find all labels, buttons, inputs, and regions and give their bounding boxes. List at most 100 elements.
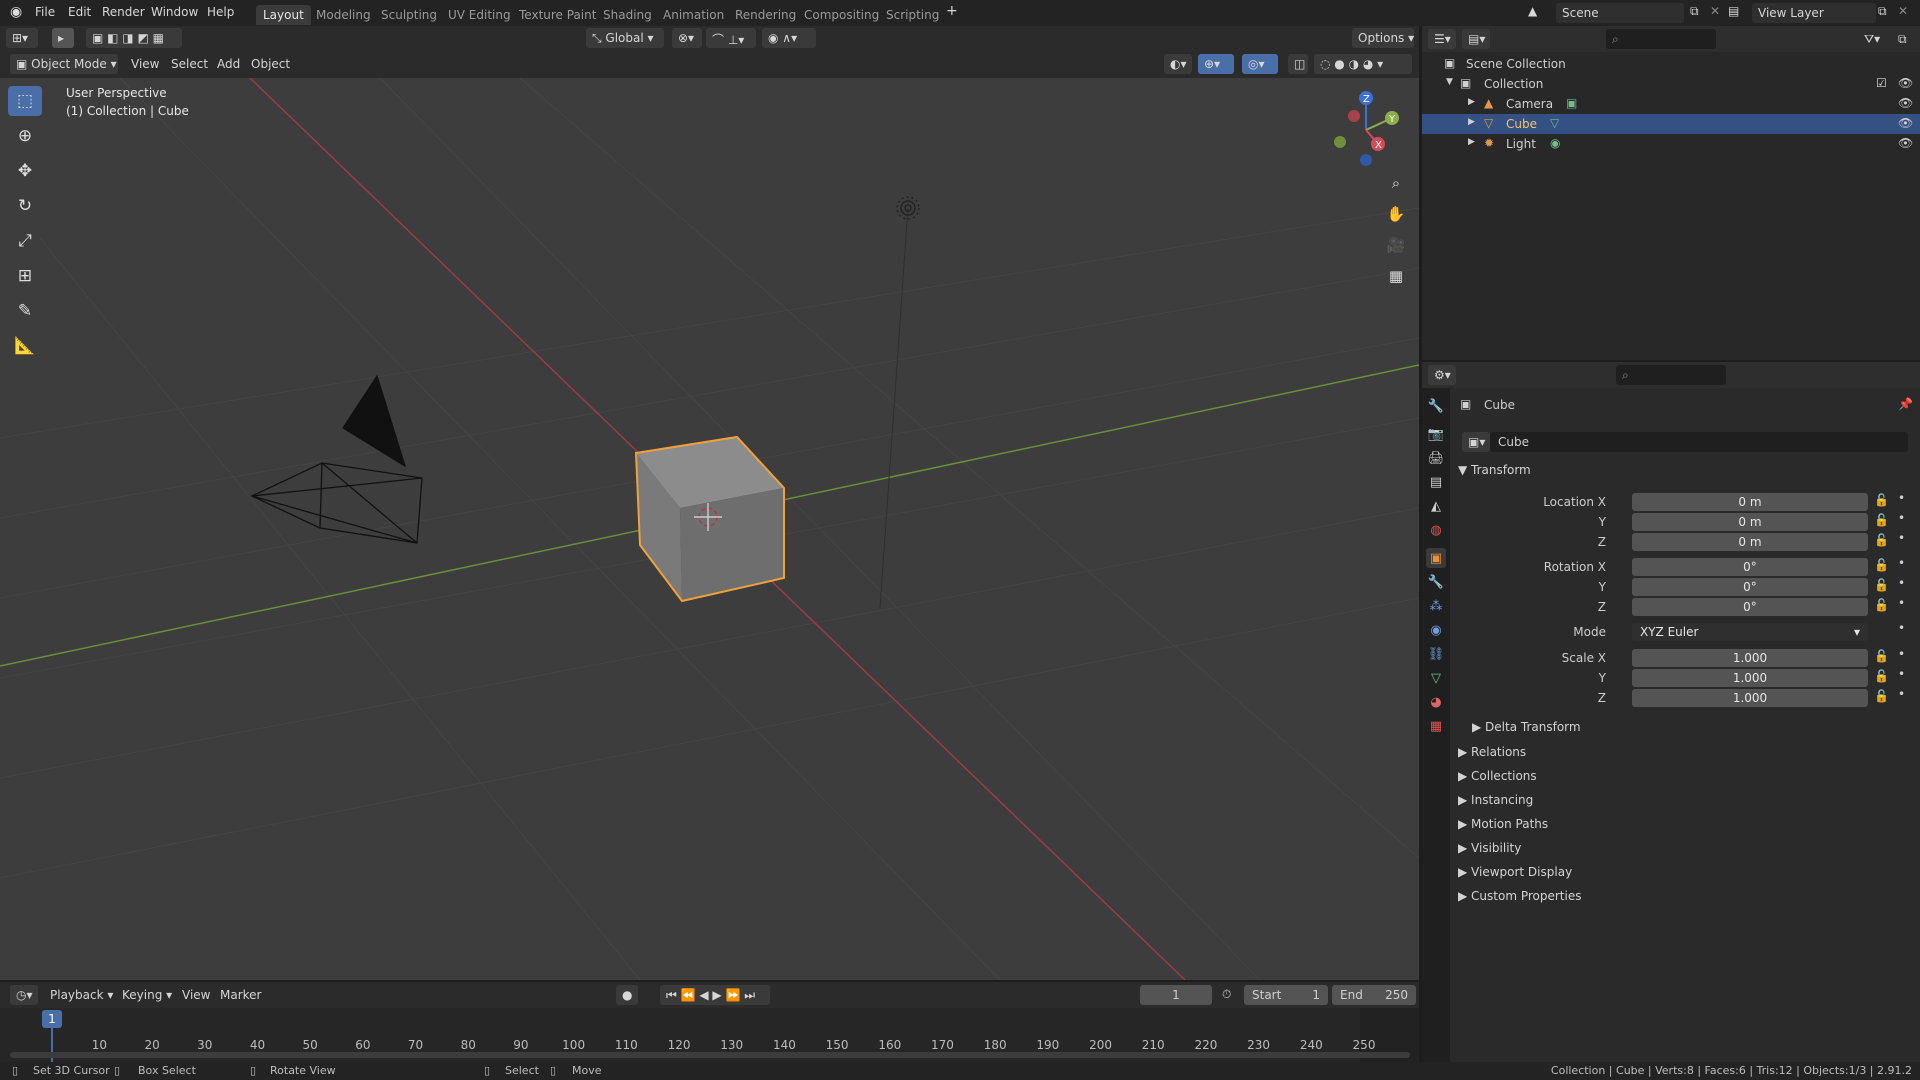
transform-panel-header[interactable]: ▼ Transform [1458, 463, 1531, 477]
playback-menu[interactable]: Playback ▾ [44, 985, 114, 1005]
timeline-scrollbar[interactable] [10, 1052, 1410, 1058]
pivot-point-icon[interactable]: ⊗▾ [672, 28, 702, 48]
view-layer-field[interactable]: View Layer [1752, 3, 1876, 23]
transform-orientation-dropdown[interactable]: ⤡ Global ▾ [586, 28, 664, 48]
eye-icon[interactable]: 👁 [1898, 116, 1913, 130]
blender-logo-icon[interactable]: ◉ [10, 4, 22, 20]
record-icon[interactable]: ● [616, 985, 638, 1005]
visibility-icon[interactable]: ◐▾ [1164, 54, 1192, 74]
instancing-panel-header[interactable]: ▶ Instancing [1458, 793, 1533, 807]
lock-icon[interactable]: 🔓 [1874, 598, 1889, 612]
rotation-z-field[interactable]: 0° [1632, 598, 1868, 616]
expand-arrow-icon[interactable]: ▼ [1446, 77, 1453, 87]
motion-paths-panel-header[interactable]: ▶ Motion Paths [1458, 817, 1548, 831]
collections-panel-header[interactable]: ▶ Collections [1458, 769, 1537, 783]
outliner-new-collection-icon[interactable]: ⧉ [1892, 29, 1914, 49]
tab-rendering[interactable]: Rendering [728, 5, 803, 25]
menu-edit[interactable]: Edit [68, 5, 91, 19]
render-tab-icon[interactable]: 📷 [1426, 424, 1446, 444]
lock-icon[interactable]: 🔓 [1874, 533, 1889, 547]
tab-sculpting[interactable]: Sculpting [374, 5, 444, 25]
3d-viewport[interactable]: User Perspective (1) Collection | Cube ⬚… [0, 78, 1419, 980]
viewport-menu-select[interactable]: Select [171, 57, 208, 71]
lock-icon[interactable]: 🔓 [1874, 578, 1889, 592]
overlays-toggle-icon[interactable]: ◎▾ [1242, 54, 1278, 74]
scale-y-field[interactable]: 1.000 [1632, 669, 1868, 687]
keying-menu[interactable]: Keying ▾ [116, 985, 174, 1005]
viewport-menu-view[interactable]: View [131, 57, 159, 71]
keyframe-dot-icon[interactable]: • [1898, 596, 1905, 610]
editor-type-icon[interactable]: ⊞▾ [6, 28, 38, 48]
xray-toggle-icon[interactable]: ◫ [1288, 54, 1308, 74]
eye-icon[interactable]: 👁 [1898, 136, 1913, 150]
navigation-gizmo[interactable]: Z Y X [1326, 90, 1406, 170]
output-tab-icon[interactable]: 🖨 [1426, 448, 1446, 468]
menu-render[interactable]: Render [102, 5, 145, 19]
proportional-editing-icon[interactable]: ◉ ∧▾ [762, 28, 816, 48]
tab-animation[interactable]: Animation [656, 5, 731, 25]
custom-properties-panel-header[interactable]: ▶ Custom Properties [1458, 889, 1581, 903]
tab-uv-editing[interactable]: UV Editing [441, 5, 518, 25]
tab-compositing[interactable]: Compositing [797, 5, 886, 25]
outliner-filter-icon[interactable]: ⛛▾ [1858, 29, 1886, 49]
viewport-menu-object[interactable]: Object [251, 57, 290, 71]
transform-tool-icon[interactable]: ⊞ [8, 261, 42, 291]
location-y-field[interactable]: 0 m [1632, 513, 1868, 531]
mesh-data-tab-icon[interactable]: ▽ [1426, 668, 1446, 688]
select-tool-icon[interactable]: ▸ [52, 28, 74, 48]
expand-arrow-icon[interactable]: ▶ [1468, 97, 1475, 107]
scale-x-field[interactable]: 1.000 [1632, 649, 1868, 667]
object-datablock-icon[interactable]: ▣▾ [1462, 432, 1490, 452]
keyframe-dot-icon[interactable]: • [1898, 556, 1905, 570]
pan-hand-icon[interactable]: ✋ [1383, 201, 1409, 227]
menu-help[interactable]: Help [207, 5, 234, 19]
delta-transform-subpanel[interactable]: ▶ Delta Transform [1472, 720, 1581, 734]
keyframe-dot-icon[interactable]: • [1898, 667, 1905, 681]
playback-controls[interactable]: ⏮ ⏪ ◀ ▶ ⏩ ⏭ [660, 985, 770, 1005]
outliner-editor-icon[interactable]: ☰▾ [1428, 29, 1456, 49]
start-frame-field[interactable]: Start 1 [1244, 985, 1328, 1005]
rotate-tool-icon[interactable]: ↻ [8, 191, 42, 221]
location-z-field[interactable]: 0 m [1632, 533, 1868, 551]
pin-icon[interactable]: 📌 [1898, 397, 1913, 411]
object-tab-icon[interactable]: ▣ [1426, 548, 1446, 568]
gizmo-toggle-icon[interactable]: ⊕▾ [1198, 54, 1234, 74]
scene-tab-icon[interactable]: ◭ [1426, 496, 1446, 516]
scene-icon[interactable]: ▲ [1528, 4, 1537, 18]
measure-tool-icon[interactable]: 📐 [8, 331, 42, 361]
annotate-tool-icon[interactable]: ✎ [8, 296, 42, 326]
scale-z-field[interactable]: 1.000 [1632, 689, 1868, 707]
scale-tool-icon[interactable]: ⤢ [8, 226, 42, 256]
lock-icon[interactable]: 🔓 [1874, 689, 1889, 703]
outliner-row-collection[interactable]: ▼ ▣ Collection ☑ 👁 [1422, 74, 1920, 94]
view-layer-close-icon[interactable]: ✕ [1898, 4, 1908, 18]
tab-texture-paint[interactable]: Texture Paint [512, 5, 603, 25]
outliner-display-mode-icon[interactable]: ▤▾ [1462, 29, 1490, 49]
eye-icon[interactable]: 👁 [1898, 96, 1913, 110]
viewport-menu-add[interactable]: Add [217, 57, 240, 71]
properties-search-field[interactable]: ⌕ [1616, 365, 1726, 385]
eye-icon[interactable]: 👁 [1898, 76, 1913, 90]
rotation-x-field[interactable]: 0° [1632, 558, 1868, 576]
playhead-frame-indicator[interactable]: 1 [42, 1010, 62, 1028]
menu-file[interactable]: File [35, 5, 55, 19]
physics-tab-icon[interactable]: ◉ [1426, 620, 1446, 640]
move-tool-icon[interactable]: ✥ [8, 156, 42, 186]
zoom-icon[interactable]: ⌕ [1383, 170, 1409, 196]
exclude-checkbox-icon[interactable]: ☑ [1876, 76, 1887, 90]
options-dropdown[interactable]: Options ▾ [1352, 28, 1414, 48]
world-tab-icon[interactable]: ◍ [1426, 520, 1446, 540]
keyframe-dot-icon[interactable]: • [1898, 687, 1905, 701]
mesh-data-icon[interactable]: ▽ [1550, 116, 1559, 130]
location-x-field[interactable]: 0 m [1632, 493, 1868, 511]
current-frame-field[interactable]: 1 [1140, 985, 1212, 1005]
snapping-icon[interactable]: ⌒ ⊥▾ [706, 28, 756, 48]
lock-icon[interactable]: 🔓 [1874, 669, 1889, 683]
keyframe-dot-icon[interactable]: • [1898, 491, 1905, 505]
perspective-toggle-icon[interactable]: ▦ [1383, 263, 1409, 289]
scene-name-field[interactable]: Scene [1556, 3, 1684, 23]
timeline-menu-marker[interactable]: Marker [220, 988, 261, 1002]
scene-close-icon[interactable]: ✕ [1710, 4, 1720, 18]
view-layer-tab-icon[interactable]: ▤ [1426, 472, 1446, 492]
constraints-tab-icon[interactable]: ⛓ [1426, 644, 1446, 664]
